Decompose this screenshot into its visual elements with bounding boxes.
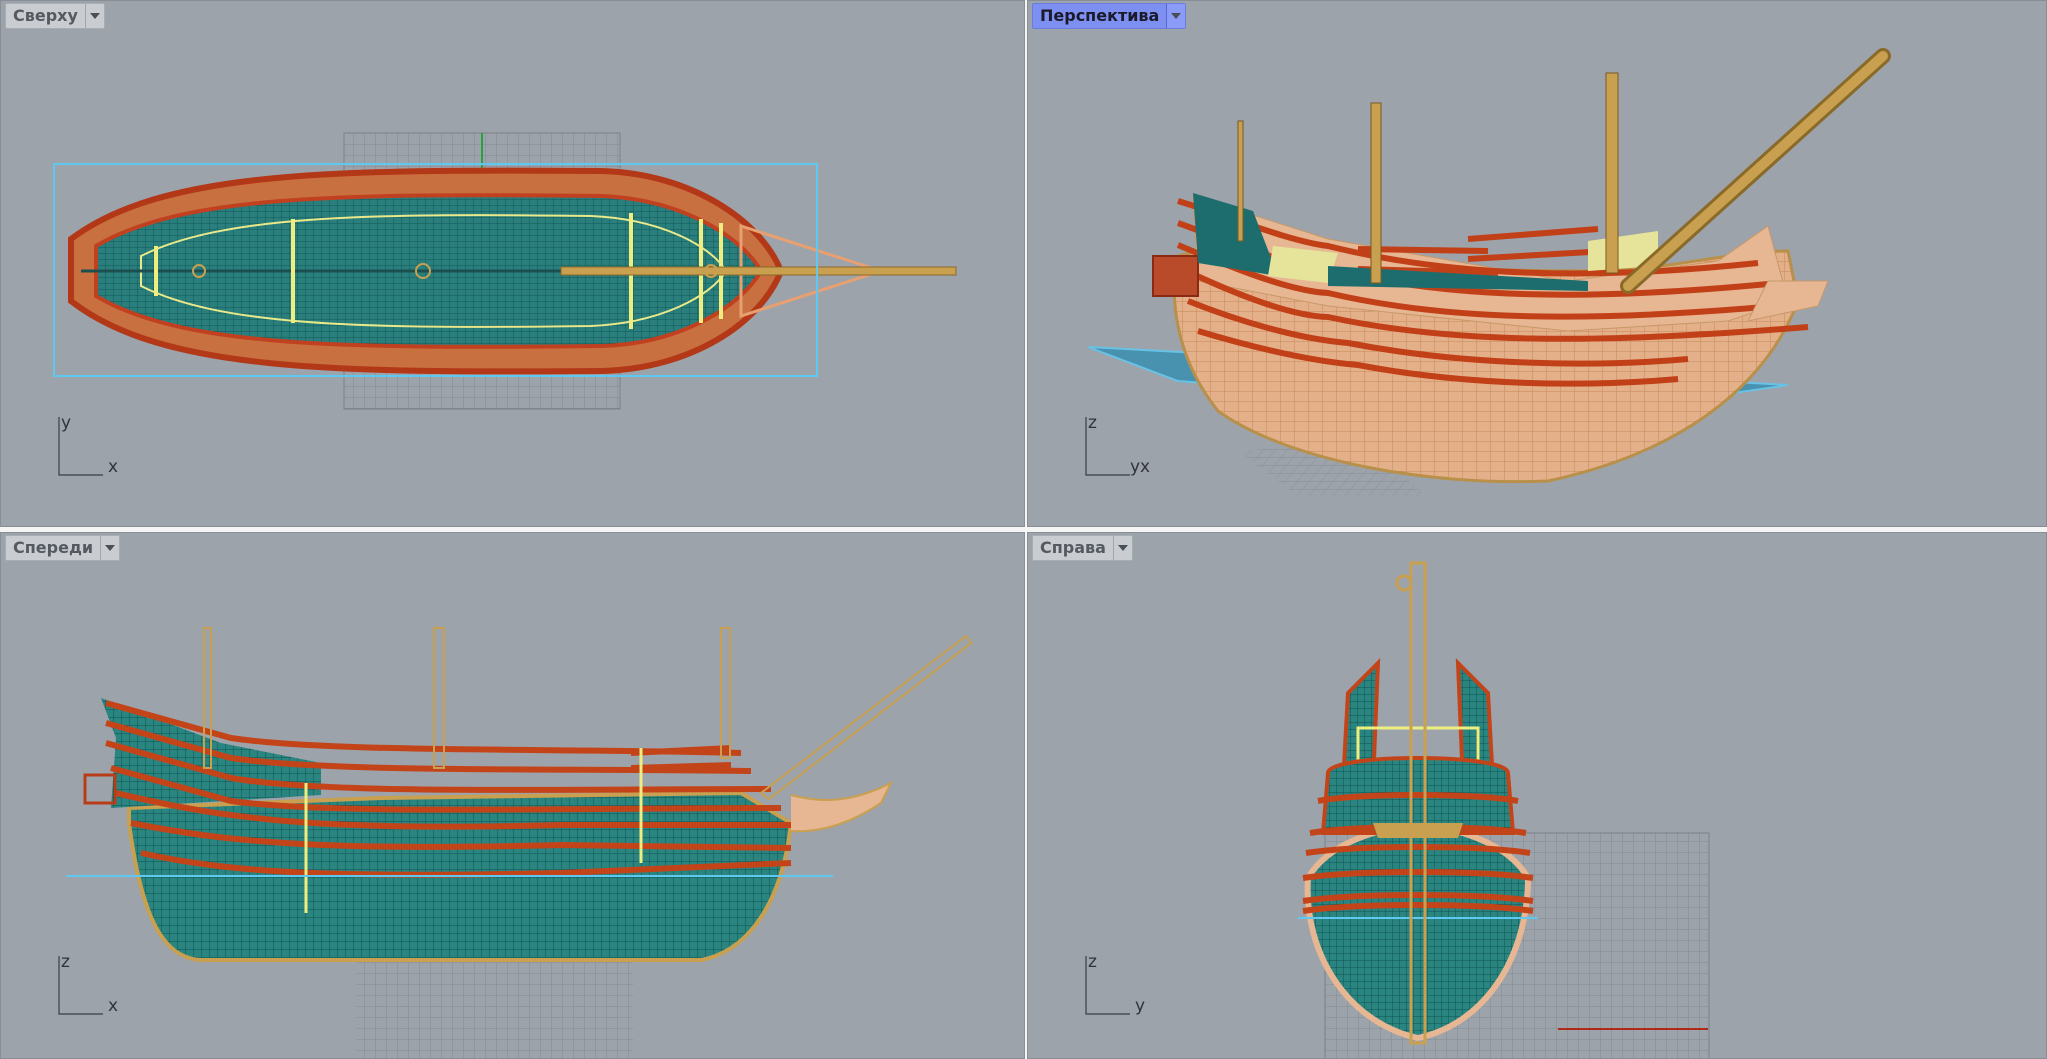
- axis-label-horizontal: x: [108, 457, 119, 477]
- perspective-ship-drawing: [1087, 48, 1891, 496]
- axis-label-vertical: y: [61, 413, 72, 433]
- axis-label-vertical: z: [1088, 413, 1097, 433]
- axis-gizmo-icon: z yx: [1068, 411, 1151, 481]
- dropdown-arrow-icon: [89, 13, 100, 19]
- axis-label-horizontal: x: [108, 996, 119, 1016]
- axis-label-vertical: z: [1088, 952, 1097, 972]
- dropdown-arrow-icon: [1117, 545, 1128, 551]
- axis-label-horizontal: yx: [1130, 457, 1151, 477]
- front-view-ship-drawing: [66, 627, 973, 1058]
- axis-gizmo-icon: y x: [41, 411, 121, 481]
- viewport-grid: Сверху y x Перспектива z yx Спереди z x …: [0, 0, 2047, 1059]
- axis-label-vertical: z: [61, 952, 70, 972]
- viewport-perspective[interactable]: Перспектива z yx: [1027, 0, 2047, 527]
- viewport-title-front[interactable]: Спереди: [6, 536, 100, 560]
- viewport-title-right[interactable]: Справа: [1033, 536, 1113, 560]
- top-view-ship-drawing: [53, 132, 957, 410]
- viewport-right[interactable]: Справа z y: [1027, 532, 2047, 1059]
- viewport-title-top[interactable]: Сверху: [6, 4, 85, 28]
- viewport-tab-top[interactable]: Сверху: [5, 3, 105, 29]
- dropdown-arrow-icon: [105, 545, 116, 551]
- viewport-menu-button-top[interactable]: [84, 4, 104, 28]
- bowsprit: [759, 634, 973, 801]
- viewport-front[interactable]: Спереди z x: [0, 532, 1025, 1059]
- axis-label-horizontal: y: [1135, 996, 1146, 1016]
- axis-gizmo-icon: z x: [41, 950, 121, 1020]
- viewport-top[interactable]: Сверху y x: [0, 0, 1025, 527]
- dropdown-arrow-icon: [1171, 13, 1182, 19]
- viewport-menu-button-right[interactable]: [1112, 536, 1132, 560]
- bowsprit: [560, 266, 957, 276]
- axis-gizmo-icon: z y: [1068, 950, 1148, 1020]
- viewport-menu-button-front[interactable]: [100, 536, 119, 560]
- viewport-tab-right[interactable]: Справа: [1032, 535, 1133, 561]
- viewport-tab-perspective[interactable]: Перспектива: [1032, 3, 1187, 29]
- viewport-title-perspective[interactable]: Перспектива: [1033, 4, 1166, 28]
- right-view-ship-drawing: [1298, 561, 1710, 1058]
- viewport-menu-button-perspective[interactable]: [1166, 4, 1186, 28]
- viewport-tab-front[interactable]: Спереди: [5, 535, 121, 561]
